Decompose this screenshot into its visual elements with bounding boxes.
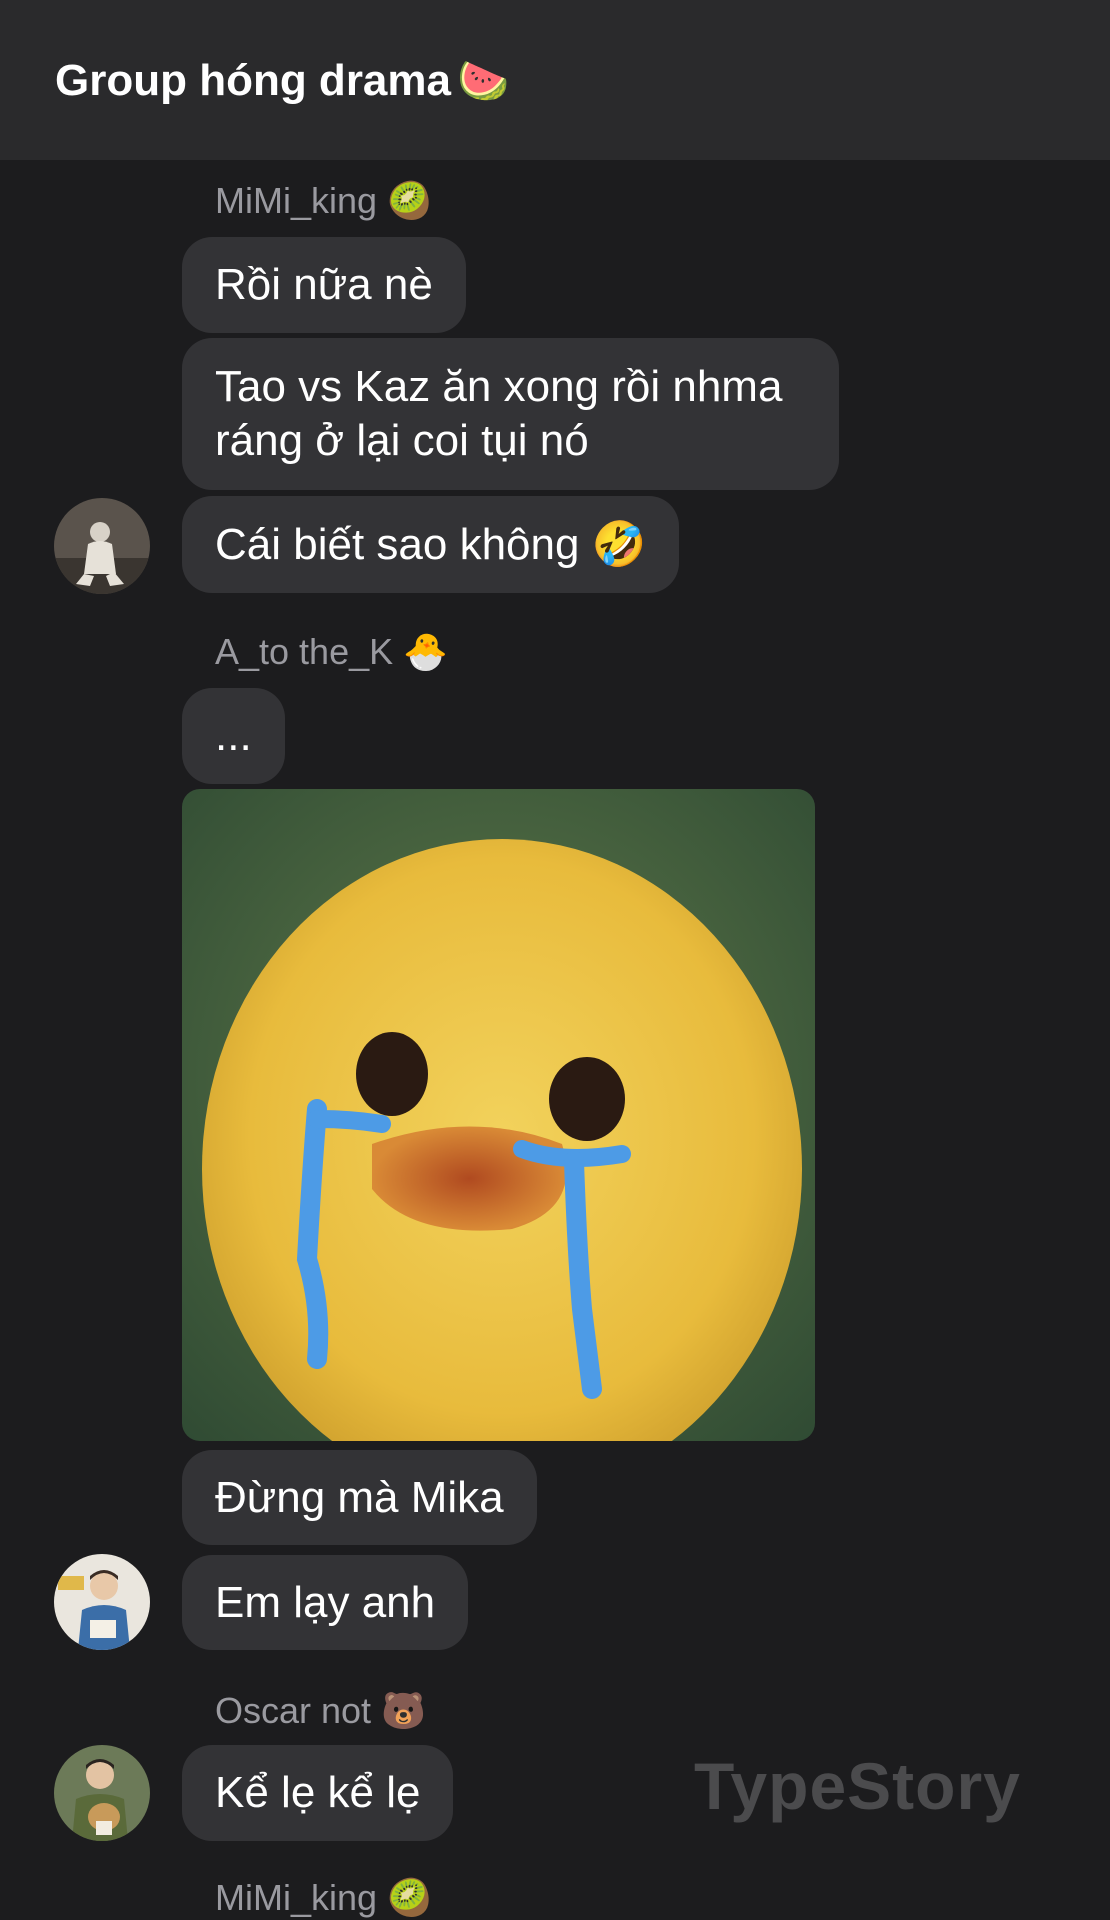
sender-name-text: A_to the_K	[215, 631, 394, 672]
group-title-text: Group hóng drama	[55, 56, 451, 105]
message-bubble[interactable]: Rồi nữa nè	[182, 237, 466, 333]
crying-duck-icon	[182, 789, 815, 1441]
avatar-image	[54, 498, 150, 594]
message-bubble[interactable]: Em lạy anh	[182, 1555, 469, 1650]
message-text: Rồi nữa nè	[215, 260, 433, 309]
bear-icon: 🐻	[381, 1690, 426, 1731]
sender-name: Oscar not 🐻	[215, 1690, 426, 1732]
avatar-image	[54, 1745, 150, 1841]
message-bubble[interactable]: Kể lẹ kể lẹ	[182, 1745, 454, 1841]
message-bubble[interactable]: Đừng mà Mika	[182, 1450, 537, 1545]
sender-name-text: MiMi_king	[215, 1877, 378, 1918]
message-bubble[interactable]: Tao vs Kaz ăn xong rồi nhma ráng ở lại c…	[182, 338, 839, 490]
message-text: Kể lẹ kể lẹ	[215, 1768, 421, 1817]
avatar-image	[54, 1554, 150, 1650]
sender-name: A_to the_K 🐣	[215, 631, 448, 673]
sender-name-text: MiMi_king	[215, 180, 378, 221]
message-bubble[interactable]: ...	[182, 688, 285, 784]
kiwi-icon: 🥝	[387, 180, 432, 221]
watermelon-icon: 🍉	[457, 57, 510, 104]
sender-name: MiMi_king 🥝	[215, 1877, 432, 1919]
message-text: Tao vs Kaz ăn xong rồi nhma ráng ở lại c…	[215, 362, 783, 465]
message-text: Đừng mà Mika	[215, 1472, 504, 1522]
message-text: Cái biết sao không 🤣	[215, 519, 647, 569]
group-title[interactable]: Group hóng drama 🍉	[55, 56, 509, 106]
kiwi-icon: 🥝	[387, 1877, 432, 1918]
user-avatar[interactable]	[54, 498, 150, 594]
message-text: ...	[215, 711, 252, 760]
sender-name-text: Oscar not	[215, 1690, 372, 1731]
crying-duck-image[interactable]	[182, 789, 815, 1441]
hatching-chick-icon: 🐣	[403, 631, 448, 672]
chat-header: Group hóng drama 🍉	[0, 0, 1110, 160]
user-avatar[interactable]	[54, 1745, 150, 1841]
watermark: TypeStory	[694, 1749, 1021, 1823]
user-avatar[interactable]	[54, 1554, 150, 1650]
message-bubble[interactable]: Cái biết sao không 🤣	[182, 496, 680, 593]
message-text: Em lạy anh	[215, 1577, 436, 1627]
sender-name: MiMi_king 🥝	[215, 180, 432, 222]
